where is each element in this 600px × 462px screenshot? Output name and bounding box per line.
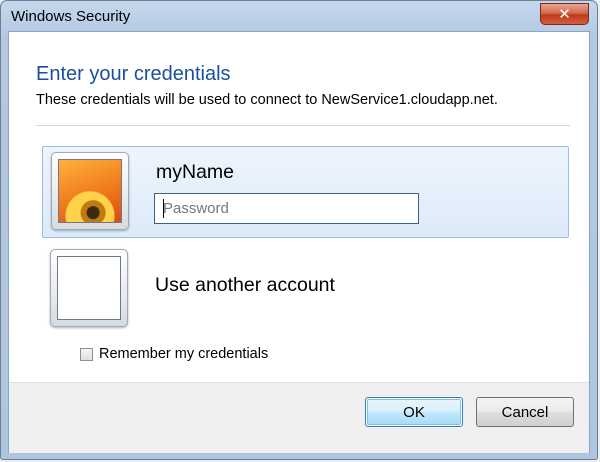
account-tile-selected[interactable]: myName bbox=[42, 146, 569, 238]
windows-security-dialog: Windows Security ✕ Enter your credential… bbox=[0, 0, 598, 460]
avatar bbox=[51, 152, 129, 230]
remember-credentials[interactable]: Remember my credentials bbox=[80, 346, 268, 362]
ok-button[interactable]: OK bbox=[365, 397, 463, 427]
text-caret bbox=[163, 199, 164, 218]
remember-checkbox[interactable] bbox=[80, 347, 93, 361]
cancel-button[interactable]: Cancel bbox=[476, 397, 574, 427]
account-username: myName bbox=[156, 161, 235, 183]
button-bar: OK Cancel bbox=[9, 382, 589, 453]
remember-label: Remember my credentials bbox=[99, 346, 269, 362]
blank-user-icon bbox=[57, 256, 121, 320]
account-tile-other[interactable]: Use another account bbox=[42, 244, 569, 334]
dialog-content: Enter your credentials These credentials… bbox=[8, 31, 590, 453]
user-picture-icon bbox=[58, 159, 122, 223]
divider bbox=[36, 125, 570, 126]
password-field[interactable] bbox=[154, 193, 419, 224]
title-bar: Windows Security ✕ bbox=[1, 1, 597, 31]
use-another-account-label: Use another account bbox=[155, 274, 335, 296]
dialog-description: These credentials will be used to connec… bbox=[36, 92, 498, 108]
dialog-heading: Enter your credentials bbox=[36, 63, 231, 85]
close-icon: ✕ bbox=[558, 6, 571, 23]
avatar-blank bbox=[50, 249, 128, 327]
window-title: Windows Security bbox=[11, 8, 131, 25]
close-button[interactable]: ✕ bbox=[540, 3, 589, 25]
